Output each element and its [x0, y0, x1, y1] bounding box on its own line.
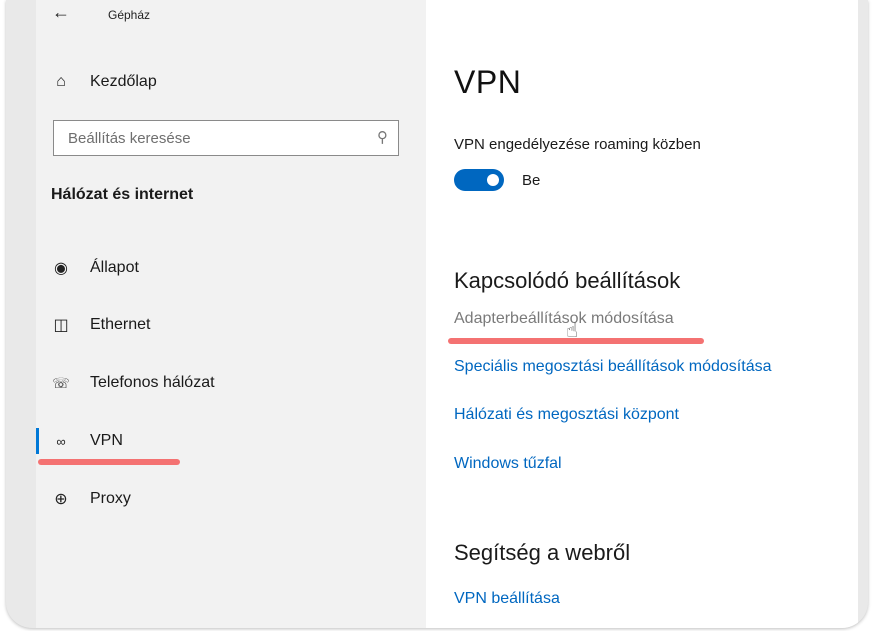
home-icon: ⌂ — [56, 73, 66, 90]
sidebar-item-vpn[interactable]: ∞ VPN — [36, 421, 426, 461]
app-title: Gépház — [108, 8, 151, 22]
toggle-state-label: Be — [522, 172, 541, 189]
link-sharing-settings[interactable]: Speciális megosztási beállítások módosít… — [454, 358, 772, 376]
sidebar-item-label: Telefonos hálózat — [90, 374, 215, 391]
sidebar-item-label: VPN — [90, 432, 123, 449]
link-adapter-settings[interactable]: Adapterbeállítások módosítása — [454, 310, 674, 328]
ethernet-icon: ◫ — [53, 317, 69, 334]
toggle-knob — [487, 174, 499, 186]
globe-icon: ⊕ — [54, 491, 68, 508]
selection-indicator — [36, 428, 39, 454]
nav-home[interactable]: ⌂ Kezdőlap — [36, 62, 426, 102]
back-arrow-icon[interactable]: ← — [52, 2, 70, 23]
vpn-icon: ∞ — [56, 433, 66, 449]
settings-search-box[interactable]: ⚲ — [53, 120, 399, 156]
sidebar-item-proxy[interactable]: ⊕ Proxy — [36, 479, 426, 519]
search-input[interactable] — [66, 129, 370, 148]
dialup-icon: ☏ — [52, 374, 70, 391]
sidebar-item-label: Ethernet — [90, 316, 151, 333]
page-title: VPN — [454, 64, 522, 100]
link-vpn-setup[interactable]: VPN beállítása — [454, 590, 560, 608]
globe-status-icon: ◉ — [54, 260, 68, 277]
link-firewall[interactable]: Windows tűzfal — [454, 455, 562, 473]
search-icon[interactable]: ⚲ — [377, 128, 388, 146]
section-title: Hálózat és internet — [51, 186, 194, 203]
sidebar-item-ethernet[interactable]: ◫ Ethernet — [36, 305, 426, 345]
roaming-toggle[interactable] — [454, 169, 504, 191]
sidebar-item-allapot[interactable]: ◉ Állapot — [36, 248, 426, 288]
highlight-underline-vpn — [38, 459, 180, 465]
sidebar-item-telefonos[interactable]: ☏ Telefonos hálózat — [36, 363, 426, 403]
sidebar-item-label: Állapot — [90, 259, 139, 276]
sidebar: ← Gépház ⌂ Kezdőlap ⚲ Hálózat és interne… — [36, 0, 426, 628]
related-settings-heading: Kapcsolódó beállítások — [454, 268, 681, 293]
settings-window: ← Gépház ⌂ Kezdőlap ⚲ Hálózat és interne… — [6, 0, 868, 628]
highlight-underline-adapter — [448, 338, 704, 344]
nav-home-label: Kezdőlap — [90, 73, 157, 90]
main-content: VPN VPN engedélyezése roaming közben Be … — [426, 0, 858, 628]
sidebar-item-label: Proxy — [90, 490, 131, 507]
help-heading: Segítség a webről — [454, 540, 631, 565]
link-network-center[interactable]: Hálózati és megosztási központ — [454, 406, 679, 424]
roaming-label: VPN engedélyezése roaming közben — [454, 136, 701, 153]
